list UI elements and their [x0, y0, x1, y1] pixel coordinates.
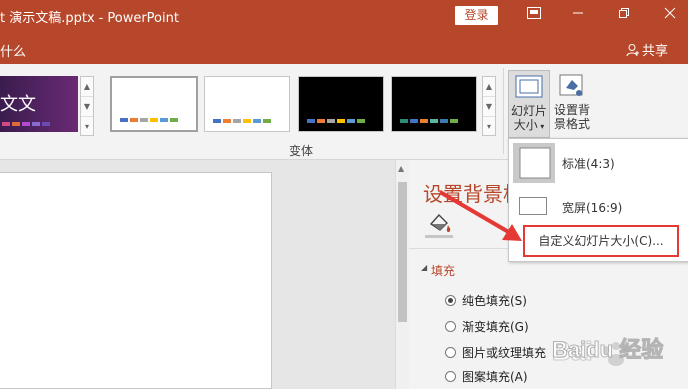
- custom-slide-size-item[interactable]: 自定义幻灯片大小(C)...: [523, 225, 679, 257]
- format-background-button[interactable]: 设置背 景格式: [552, 70, 592, 138]
- format-bg-label-2: 景格式: [553, 117, 590, 131]
- scroll-down-icon[interactable]: ▼: [81, 97, 93, 117]
- app-name: PowerPoint: [107, 11, 179, 26]
- ribbon-tabs-row: 什么 共享: [0, 32, 688, 64]
- theme-preview-text: 文文: [0, 94, 36, 115]
- radio-button[interactable]: [445, 321, 456, 332]
- variant-scroll-up-icon[interactable]: ▲: [483, 77, 495, 97]
- radio-button[interactable]: [445, 371, 456, 382]
- baidu-watermark: Bai Baidu 经验: [548, 320, 683, 380]
- radio-picture-fill[interactable]: 图片或纹理填充: [445, 344, 546, 361]
- window-title: t 演示文稿.pptx - PowerPoint: [0, 7, 179, 26]
- slide-editing-area: [0, 160, 395, 389]
- ribbon-display-options-icon[interactable]: [524, 6, 544, 26]
- document-filename: t 演示文稿.pptx: [0, 11, 95, 26]
- radio-solid-fill[interactable]: 纯色填充(S): [445, 292, 527, 309]
- slide-size-icon: [515, 75, 543, 98]
- radio-gradient-fill[interactable]: 渐变填充(G): [445, 318, 529, 335]
- person-icon: [626, 43, 640, 57]
- menu-item-standard[interactable]: 标准(4:3): [509, 139, 688, 183]
- close-icon[interactable]: [660, 6, 680, 26]
- collapse-caret-icon[interactable]: ◢: [421, 263, 427, 272]
- scroll-thumb[interactable]: [398, 182, 407, 322]
- tell-me-box[interactable]: 什么: [0, 41, 26, 60]
- fill-section-header[interactable]: 填充: [431, 262, 455, 279]
- slide-size-button[interactable]: 幻灯片 大小 ▾: [508, 70, 550, 138]
- slide-size-label-2: 大小: [513, 118, 538, 132]
- variant-thumb-4[interactable]: [391, 76, 477, 132]
- restore-icon[interactable]: [614, 6, 634, 26]
- minimize-icon[interactable]: [568, 6, 588, 26]
- radio-label-picture: 图片或纹理填充: [462, 346, 547, 360]
- group-divider: [503, 68, 504, 154]
- variant-thumb-3[interactable]: [298, 76, 384, 132]
- annotation-arrow: [438, 190, 522, 241]
- radio-label-solid: 纯色填充(S): [462, 294, 527, 308]
- variant-scroll-down-icon[interactable]: ▼: [483, 97, 495, 117]
- variant-thumb-1[interactable]: [110, 76, 198, 132]
- title-separator: -: [98, 11, 104, 26]
- standard-ratio-icon: [519, 147, 551, 179]
- format-bg-label-1: 设置背: [553, 103, 590, 117]
- radio-label-gradient: 渐变填充(G): [462, 320, 529, 334]
- radio-label-pattern: 图案填充(A): [462, 370, 528, 384]
- share-button[interactable]: 共享: [626, 40, 668, 59]
- theme-gallery-scroll[interactable]: ▲ ▼ ▾: [80, 76, 94, 136]
- gallery-more-icon[interactable]: ▾: [81, 117, 93, 137]
- variant-gallery-scroll[interactable]: ▲ ▼ ▾: [482, 76, 496, 136]
- dropdown-caret-icon: ▾: [537, 122, 545, 131]
- watermark-text: Baidu 经验: [551, 337, 664, 363]
- format-background-icon: [559, 74, 583, 96]
- radio-pattern-fill[interactable]: 图案填充(A): [445, 368, 528, 385]
- radio-button[interactable]: [445, 347, 456, 358]
- share-label: 共享: [642, 44, 669, 59]
- current-slide[interactable]: [0, 172, 272, 389]
- variant-thumb-2[interactable]: [204, 76, 290, 132]
- slide-size-label-1: 幻灯片: [510, 104, 547, 118]
- menu-label-standard: 标准(4:3): [562, 157, 615, 171]
- title-bar: t 演示文稿.pptx - PowerPoint 登录: [0, 0, 688, 32]
- slide-vertical-scrollbar[interactable]: ▲: [395, 160, 409, 389]
- login-button[interactable]: 登录: [455, 6, 498, 25]
- variants-group-label: 变体: [289, 144, 314, 158]
- theme-variant-1[interactable]: 文文: [0, 76, 78, 132]
- scroll-up-arrow-icon[interactable]: ▲: [398, 164, 404, 173]
- variant-more-icon[interactable]: ▾: [483, 117, 495, 137]
- radio-button-selected[interactable]: [445, 295, 456, 306]
- slide-size-menu: 标准(4:3) 宽屏(16:9) 自定义幻灯片大小(C)...: [508, 138, 688, 262]
- menu-label-widescreen: 宽屏(16:9): [562, 201, 623, 215]
- scroll-up-icon[interactable]: ▲: [81, 77, 93, 97]
